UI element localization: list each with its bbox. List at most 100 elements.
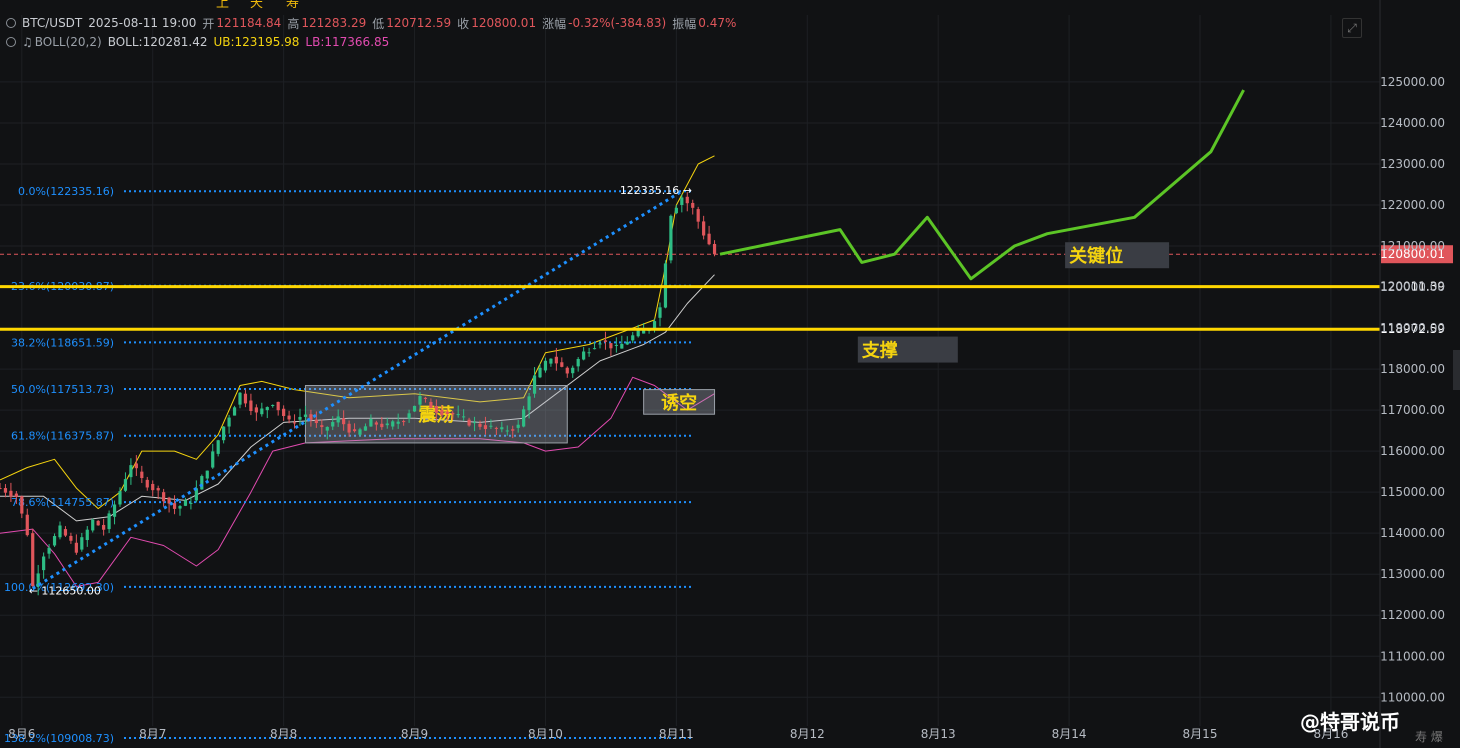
candle-body xyxy=(25,514,29,536)
candle-body xyxy=(52,536,57,546)
toolbar-item[interactable]: 寿 xyxy=(286,0,299,11)
drawing-toolbar: 上 天 寿 xyxy=(0,0,760,11)
candle-body xyxy=(609,343,613,349)
candle-body xyxy=(451,412,455,415)
high-value: 121283.29 xyxy=(301,16,367,30)
y-tick-label: 119000.00 xyxy=(1380,321,1445,335)
range-zone-label: 诱空 xyxy=(661,392,697,414)
candle-body xyxy=(483,425,488,430)
candle-body xyxy=(74,542,78,553)
candle-body xyxy=(374,422,378,425)
candle-body xyxy=(445,411,449,414)
candle-body xyxy=(696,209,700,222)
candle-body xyxy=(592,348,597,350)
candle-body xyxy=(254,407,258,413)
y-tick-label: 121000.00 xyxy=(1380,239,1445,253)
candle-body xyxy=(205,470,209,479)
candle-body xyxy=(669,215,673,261)
candle-body xyxy=(20,496,24,514)
candle-body xyxy=(140,471,144,479)
toolbar-item[interactable]: 上 xyxy=(216,0,229,11)
candle-body xyxy=(292,422,297,424)
chart-axes: 110000.00 111000.00 112000.00 113000.00 1140… xyxy=(8,0,1445,748)
candle-body xyxy=(462,416,466,418)
candle-body xyxy=(69,535,73,541)
trend-start-label: ← 112650.00 xyxy=(29,585,101,598)
toolbar-item[interactable]: 天 xyxy=(250,0,263,11)
candle-body xyxy=(631,335,635,341)
fib-level-label: 78.6%(114755.87) xyxy=(11,496,114,509)
candle-body xyxy=(331,422,335,427)
close-value: 120800.01 xyxy=(471,16,537,30)
x-tick-label: 8月15 xyxy=(1183,727,1218,741)
candle-body xyxy=(342,418,346,425)
y-tick-label: 112000.00 xyxy=(1380,608,1445,622)
candle-body xyxy=(712,243,717,255)
y-tick-label: 123000.00 xyxy=(1380,157,1445,171)
candle-body xyxy=(249,400,253,412)
candle-body xyxy=(598,343,602,345)
candle-body xyxy=(549,358,553,364)
x-tick-label: 8月12 xyxy=(790,727,825,741)
candle-body xyxy=(42,556,46,571)
candle-body xyxy=(571,367,575,374)
candle-body xyxy=(298,416,302,420)
candle-body xyxy=(63,529,68,536)
pair-label: BTC/USDT xyxy=(22,16,83,30)
expand-icon[interactable]: ⤢ xyxy=(1342,18,1362,38)
candle-body xyxy=(189,502,193,504)
candle-body xyxy=(412,405,417,412)
candle-body xyxy=(162,492,166,502)
x-tick-label: 8月8 xyxy=(270,727,297,741)
candle-body xyxy=(347,423,351,433)
chart-overlays: ← 112650.00122335.16 →120011.39118972.59… xyxy=(0,89,1453,598)
open-label: 开 xyxy=(202,16,215,31)
y-tick-label: 111000.00 xyxy=(1380,649,1445,663)
candle-body xyxy=(287,415,291,420)
price-chart[interactable]: 0.0%(122335.16)23.6%(120030.87)38.2%(118… xyxy=(0,0,1460,748)
candle-body xyxy=(489,425,493,427)
candle-body xyxy=(265,407,269,411)
candle-body xyxy=(587,352,591,354)
x-tick-label: 8月9 xyxy=(401,727,428,741)
candle-body xyxy=(14,493,18,497)
y-tick-label: 122000.00 xyxy=(1380,198,1445,212)
candle-body xyxy=(500,427,504,430)
candle-body xyxy=(325,426,329,431)
candle-body xyxy=(145,479,149,488)
candle-body xyxy=(532,375,537,394)
annotation-label: 关键位 xyxy=(1069,245,1123,267)
y-tick-label: 110000.00 xyxy=(1380,690,1445,704)
candle-body xyxy=(516,424,520,428)
candle-body xyxy=(494,427,498,429)
fib-level-label: 0.0%(122335.16) xyxy=(18,185,114,198)
y-tick-label: 118000.00 xyxy=(1380,362,1445,376)
candle-body xyxy=(652,321,657,329)
candle-body xyxy=(172,503,177,509)
candle-body xyxy=(3,488,8,493)
candle-body xyxy=(222,426,226,441)
boll-lb-value: LB:117366.85 xyxy=(305,35,390,49)
brand-watermark: @特哥说币 xyxy=(1300,710,1400,734)
candle-body xyxy=(478,423,482,427)
candle-body xyxy=(91,519,95,531)
side-panel-handle[interactable] xyxy=(1453,350,1460,390)
y-tick-label: 120000.00 xyxy=(1380,280,1445,294)
candle-body xyxy=(238,392,242,405)
candle-body xyxy=(58,525,62,538)
candle-body xyxy=(282,408,286,417)
fibonacci-levels: 0.0%(122335.16)23.6%(120030.87)38.2%(118… xyxy=(4,185,693,745)
candle-body xyxy=(276,401,280,411)
range-zones: 震荡诱空 xyxy=(304,385,716,444)
x-tick-label: 8月11 xyxy=(659,727,694,741)
visibility-icon[interactable] xyxy=(6,37,16,47)
boll-upper-band xyxy=(0,155,715,510)
candle-body xyxy=(352,429,357,432)
candle-body xyxy=(543,360,548,371)
candle-body xyxy=(156,488,160,491)
chart-grid xyxy=(0,15,1380,726)
y-tick-label: 117000.00 xyxy=(1380,403,1445,417)
bell-icon[interactable]: ♫ xyxy=(22,35,33,49)
candle-body xyxy=(178,506,182,509)
boll-bands xyxy=(0,155,715,587)
